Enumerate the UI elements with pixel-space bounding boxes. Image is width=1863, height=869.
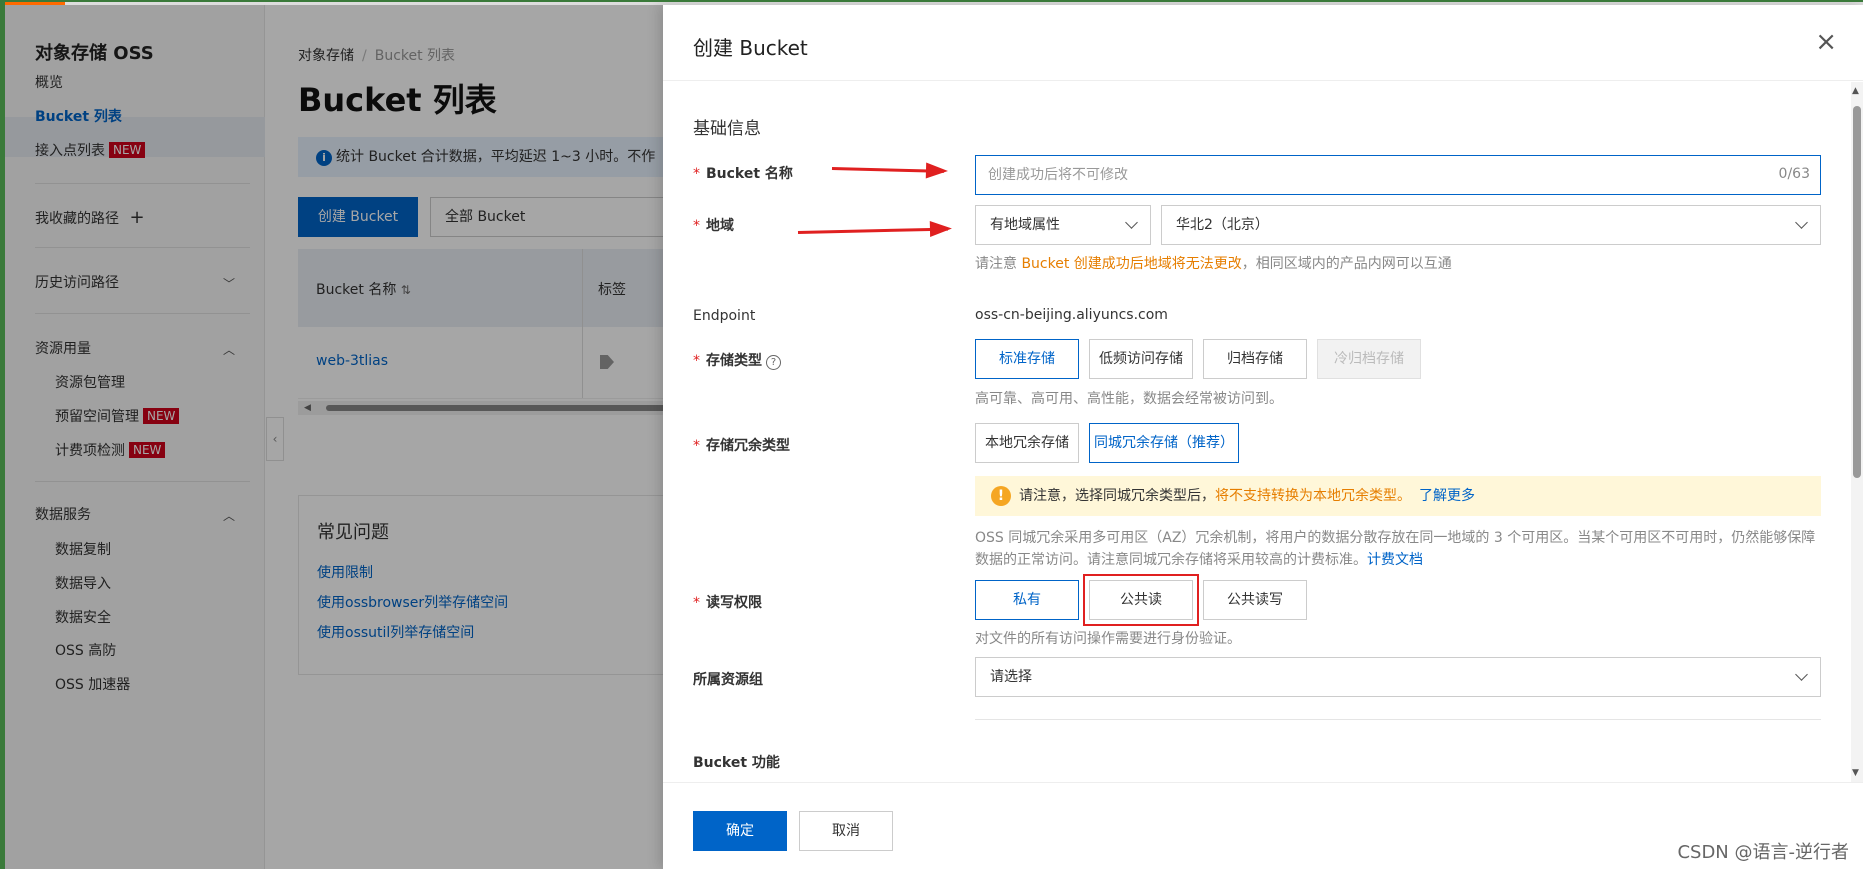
scroll-up-icon[interactable]: ▲ — [1852, 86, 1859, 96]
select-value: 请选择 — [990, 669, 1032, 685]
storage-class-cold-archive: 冷归档存储 — [1317, 339, 1421, 379]
label-text: 地域 — [706, 218, 734, 234]
section-divider — [975, 719, 1821, 720]
label-text: 存储类型 — [706, 353, 762, 369]
required-mark: * — [693, 438, 700, 454]
bucket-name-input[interactable] — [988, 156, 1688, 194]
acl-hint: 对文件的所有访问操作需要进行身份验证。 — [975, 631, 1241, 647]
region-type-select[interactable]: 有地域属性 — [975, 205, 1151, 245]
region-label: * 地域 — [693, 215, 734, 235]
redundancy-zrs[interactable]: 同城冗余存储（推荐） — [1089, 423, 1239, 463]
cancel-button[interactable]: 取消 — [799, 811, 893, 851]
storage-class-hint: 高可靠、高可用、高性能，数据会经常被访问到。 — [975, 391, 1283, 407]
required-mark: * — [693, 218, 700, 234]
bucket-name-label: * Bucket 名称 — [693, 163, 793, 183]
redundancy-lrs[interactable]: 本地冗余存储 — [975, 423, 1079, 463]
alert-text: 请注意，选择同城冗余类型后， — [1019, 488, 1215, 504]
close-icon[interactable]: × — [1815, 27, 1837, 57]
storage-class-label: * 存储类型? — [693, 350, 781, 370]
resource-group-label: 所属资源组 — [693, 672, 763, 688]
bucket-name-input-wrapper: 0/63 — [975, 155, 1821, 195]
storage-class-standard[interactable]: 标准存储 — [975, 339, 1079, 379]
alert-warning: 将不支持转换为本地冗余类型。 — [1215, 488, 1411, 504]
redundancy-label: * 存储冗余类型 — [693, 435, 790, 455]
learn-more-link[interactable]: 了解更多 — [1419, 488, 1475, 504]
chevron-down-icon — [1795, 216, 1808, 229]
storage-class-infrequent[interactable]: 低频访问存储 — [1089, 339, 1193, 379]
section-title-partial: Bucket 功能 — [693, 755, 780, 771]
char-counter: 0/63 — [1778, 166, 1810, 182]
watermark-text: CSDN @语言-逆行者 — [1677, 842, 1849, 863]
acl-private[interactable]: 私有 — [975, 580, 1079, 620]
warning-icon: ! — [991, 486, 1011, 506]
label-text: 读写权限 — [706, 595, 762, 611]
storage-class-archive[interactable]: 归档存储 — [1203, 339, 1307, 379]
required-mark: * — [693, 166, 700, 182]
drawer-header: 创建 Bucket × — [663, 5, 1863, 81]
annotation-highlight-box — [1083, 574, 1199, 626]
scrollbar-thumb[interactable] — [1853, 106, 1861, 478]
chevron-down-icon — [1125, 216, 1138, 229]
required-mark: * — [693, 595, 700, 611]
vertical-scrollbar[interactable]: ▲ ▼ — [1851, 82, 1863, 782]
scroll-down-icon[interactable]: ▼ — [1852, 768, 1859, 778]
label-text: 存储冗余类型 — [706, 438, 790, 454]
select-value: 华北2（北京） — [1176, 217, 1269, 233]
confirm-button[interactable]: 确定 — [693, 811, 787, 851]
region-hint: 请注意 Bucket 创建成功后地域将无法更改，相同区域内的产品内网可以互通 — [975, 253, 1452, 273]
acl-public-read-write[interactable]: 公共读写 — [1203, 580, 1307, 620]
hint-text: ，相同区域内的产品内网可以互通 — [1241, 256, 1452, 272]
help-icon[interactable]: ? — [766, 355, 781, 370]
drawer-title: 创建 Bucket — [693, 36, 808, 60]
modal-overlay[interactable] — [5, 5, 663, 869]
billing-doc-link[interactable]: 计费文档 — [1367, 552, 1423, 568]
label-text: Bucket 名称 — [706, 166, 793, 182]
redundancy-alert: ! 请注意，选择同城冗余类型后，将不支持转换为本地冗余类型。 了解更多 — [975, 476, 1821, 516]
hint-warning: Bucket 创建成功后地域将无法更改 — [1021, 256, 1242, 272]
resource-group-select[interactable]: 请选择 — [975, 657, 1821, 697]
screen: 对象存储 OSS 概览 Bucket 列表 接入点列表 NEW 我收藏的路径 + … — [5, 2, 1863, 869]
acl-label: * 读写权限 — [693, 592, 762, 612]
hint-text: 请注意 — [975, 256, 1022, 272]
region-select[interactable]: 华北2（北京） — [1161, 205, 1821, 245]
endpoint-label: Endpoint — [693, 308, 756, 324]
drawer-body: 基础信息 * Bucket 名称 0/63 * 地域 有地域属性 华北2（北京） 请… — [663, 82, 1853, 782]
required-mark: * — [693, 353, 700, 369]
section-title-basic: 基础信息 — [693, 119, 761, 139]
redundancy-description: OSS 同城冗余采用多可用区（AZ）冗余机制，将用户的数据分散存放在同一地域的 … — [975, 527, 1821, 571]
select-value: 有地域属性 — [990, 217, 1060, 233]
create-bucket-drawer: 创建 Bucket × 基础信息 * Bucket 名称 0/63 * 地域 有地域… — [663, 5, 1863, 869]
chevron-down-icon — [1795, 668, 1808, 681]
endpoint-value: oss-cn-beijing.aliyuncs.com — [975, 307, 1168, 323]
